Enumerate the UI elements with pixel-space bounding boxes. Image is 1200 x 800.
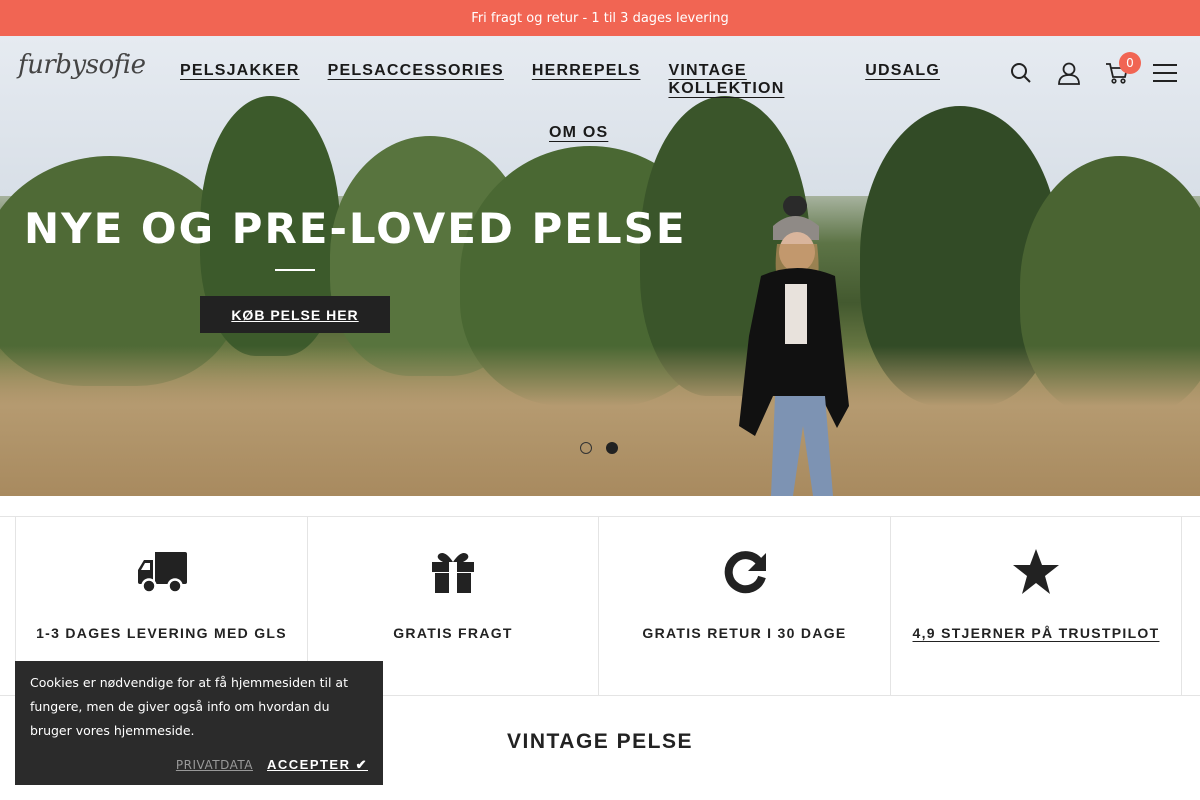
announcement-text: Fri fragt og retur - 1 til 3 dages lever… [471, 10, 729, 26]
cart-count-badge: 0 [1119, 52, 1141, 74]
nav-item-herrepels[interactable]: HERREPELS [532, 62, 641, 98]
feature-free-shipping-label: GRATIS FRAGT [393, 625, 513, 641]
privacy-link[interactable]: PRIVATDATA [176, 758, 253, 772]
nav-item-om-os[interactable]: OM OS [549, 124, 608, 142]
refresh-icon [724, 551, 766, 594]
gift-icon [432, 553, 474, 593]
hero-grass [0, 346, 1200, 496]
nav-item-pelsjakker[interactable]: PELSJAKKER [180, 62, 300, 98]
slider-dot-1[interactable] [580, 442, 592, 454]
hero-title: NYE OG PRE-LOVED PELSE [24, 204, 687, 253]
hero-model-image [739, 196, 849, 496]
cookie-text: Cookies er nødvendige for at få hjemmesi… [30, 675, 348, 738]
shop-furs-button[interactable]: KØB PELSE HER [200, 296, 390, 333]
slider-dot-2[interactable] [606, 442, 618, 454]
feature-free-returns-label: GRATIS RETUR I 30 DAGE [642, 625, 847, 641]
feature-trustpilot: 4,9 STJERNER PÅ TRUSTPILOT [890, 517, 1182, 695]
site-logo[interactable]: furbysofie [18, 50, 146, 80]
accept-cookies-button[interactable]: ACCEPTER ✔ [267, 757, 368, 773]
search-icon[interactable] [1008, 60, 1034, 86]
header-actions [1008, 60, 1178, 86]
hero-banner [0, 36, 1200, 496]
nav-item-udsalg[interactable]: UDSALG [865, 62, 940, 98]
menu-icon[interactable] [1152, 60, 1178, 86]
truck-icon [137, 552, 187, 594]
nav-item-vintage-kollektion[interactable]: VINTAGE KOLLEKTION [668, 62, 837, 98]
feature-free-returns: GRATIS RETUR I 30 DAGE [598, 517, 890, 695]
feature-delivery-label: 1-3 DAGES LEVERING MED GLS [36, 625, 287, 641]
hero-divider [275, 269, 315, 271]
announcement-bar: Fri fragt og retur - 1 til 3 dages lever… [0, 0, 1200, 36]
cookie-banner: Cookies er nødvendige for at få hjemmesi… [15, 661, 383, 785]
star-icon [1013, 549, 1059, 594]
nav-item-pelsaccessories[interactable]: PELSACCESSORIES [328, 62, 504, 98]
logo-text: furbysofie [18, 50, 146, 80]
trustpilot-link[interactable]: 4,9 STJERNER PÅ TRUSTPILOT [913, 625, 1160, 641]
slider-dots [580, 442, 618, 454]
main-nav: PELSJAKKER PELSACCESSORIES HERREPELS VIN… [180, 62, 940, 98]
account-icon[interactable] [1056, 60, 1082, 86]
